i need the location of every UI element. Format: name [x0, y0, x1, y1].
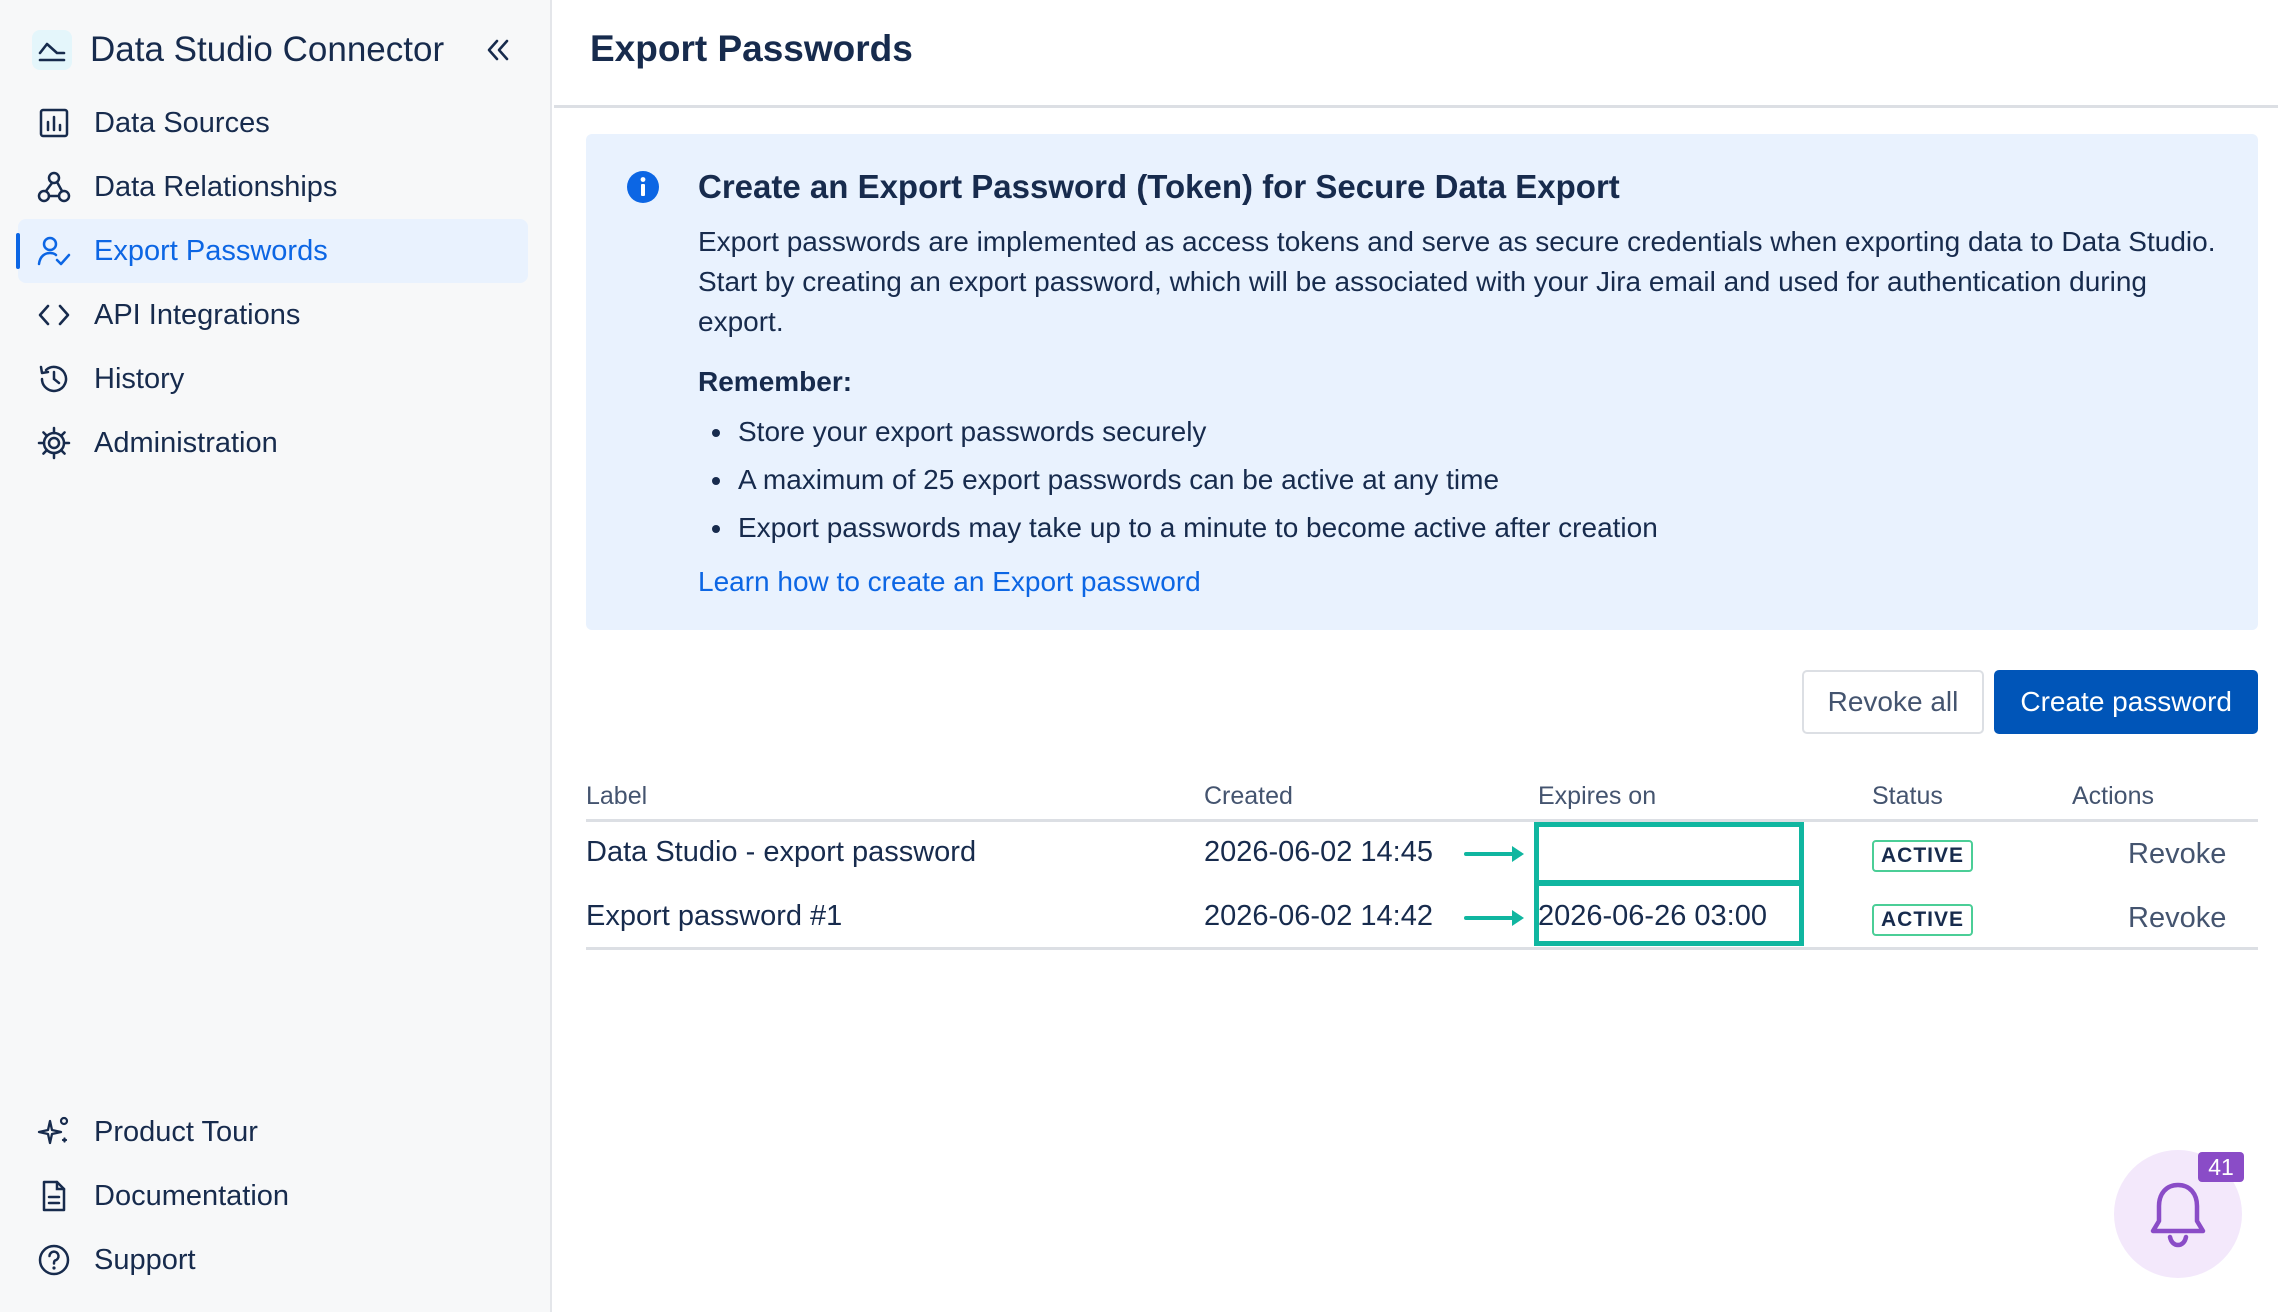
passwords-table: Label Created Expires on Status Actions …	[586, 776, 2258, 950]
sidebar-item-api-integrations[interactable]: API Integrations	[18, 283, 528, 347]
revoke-all-button[interactable]: Revoke all	[1801, 670, 1985, 734]
table-header: Label Created Expires on Status Actions	[586, 776, 2258, 822]
remember-list: Store your export passwords securely A m…	[698, 408, 2228, 552]
sidebar-item-label: Product Tour	[94, 1115, 258, 1148]
info-icon	[627, 171, 659, 203]
sparkle-icon	[36, 1114, 72, 1150]
column-header-status: Status	[1872, 782, 1943, 810]
table-row: Export password #1 2026-06-02 14:42 2026…	[586, 886, 2258, 950]
bar-chart-icon	[36, 105, 72, 141]
document-icon	[36, 1178, 72, 1214]
history-icon	[36, 361, 72, 397]
list-item: A maximum of 25 export passwords can be …	[698, 456, 2228, 504]
row-label: Export password #1	[586, 900, 843, 932]
page-title: Export Passwords	[590, 28, 913, 69]
info-description: Export passwords are implemented as acce…	[698, 226, 2216, 337]
remember-label: Remember:	[698, 366, 853, 397]
sidebar-item-administration[interactable]: Administration	[18, 411, 528, 475]
info-body: Create an Export Password (Token) for Se…	[698, 166, 2228, 602]
row-label: Data Studio - export password	[586, 836, 977, 868]
sidebar-item-label: Export Passwords	[94, 234, 328, 267]
table-row: Data Studio - export password 2026-06-02…	[586, 822, 2258, 886]
sidebar-item-product-tour[interactable]: Product Tour	[18, 1100, 528, 1164]
arrow-right-icon	[1464, 910, 1524, 926]
code-icon	[36, 297, 72, 333]
info-panel: Create an Export Password (Token) for Se…	[586, 134, 2258, 630]
status-badge: ACTIVE	[1872, 840, 1974, 872]
sidebar-item-support[interactable]: Support	[18, 1228, 528, 1292]
app-logo-icon	[32, 30, 72, 70]
create-password-button[interactable]: Create password	[1994, 670, 2258, 734]
main-content: Export Passwords Create an Export Passwo…	[554, 0, 2278, 1312]
user-check-icon	[36, 233, 72, 269]
app-root: Data Studio Connector Data Sources Data …	[0, 0, 2278, 1312]
revoke-button[interactable]: Revoke	[2128, 902, 2226, 935]
webhook-icon	[36, 169, 72, 205]
double-chevron-left-icon	[487, 39, 509, 61]
page-header: Export Passwords	[554, 0, 2278, 108]
sidebar-item-label: History	[94, 362, 185, 395]
sidebar-item-label: API Integrations	[94, 298, 301, 331]
sidebar-item-documentation[interactable]: Documentation	[18, 1164, 528, 1228]
status-badge: ACTIVE	[1872, 904, 1974, 936]
highlight-box-expires-date	[1534, 880, 1804, 946]
brand: Data Studio Connector	[32, 22, 520, 78]
info-heading: Create an Export Password (Token) for Se…	[698, 168, 1620, 205]
sidebar: Data Studio Connector Data Sources Data …	[0, 0, 552, 1312]
column-header-actions: Actions	[2072, 782, 2154, 810]
column-header-label: Label	[586, 782, 648, 810]
help-icon	[36, 1242, 72, 1278]
column-header-created: Created	[1204, 782, 1293, 810]
sidebar-nav: Data Sources Data Relationships Export P…	[16, 91, 528, 475]
highlight-box-expires-empty	[1534, 822, 1804, 886]
column-header-expires: Expires on	[1538, 782, 1657, 810]
sidebar-item-history[interactable]: History	[18, 347, 528, 411]
sidebar-item-label: Support	[94, 1243, 196, 1276]
row-created: 2026-06-02 14:45	[1204, 836, 1433, 868]
notification-count-badge: 41	[2198, 1152, 2244, 1182]
sidebar-item-label: Administration	[94, 426, 278, 459]
gear-icon	[36, 425, 72, 461]
list-item: Store your export passwords securely	[698, 408, 2228, 456]
sidebar-item-data-sources[interactable]: Data Sources	[18, 91, 528, 155]
learn-more-link[interactable]: Learn how to create an Export password	[698, 562, 1201, 602]
sidebar-bottom-nav: Product Tour Documentation Support	[18, 1100, 528, 1292]
list-item: Export passwords may take up to a minute…	[698, 504, 2228, 552]
row-created: 2026-06-02 14:42	[1204, 900, 1433, 932]
sidebar-item-label: Data Sources	[94, 106, 270, 139]
sidebar-item-data-relationships[interactable]: Data Relationships	[18, 155, 528, 219]
collapse-sidebar-button[interactable]	[476, 28, 520, 72]
sidebar-item-label: Data Relationships	[94, 170, 338, 203]
arrow-right-icon	[1464, 846, 1524, 862]
app-title: Data Studio Connector	[90, 30, 445, 69]
revoke-button[interactable]: Revoke	[2128, 838, 2226, 871]
bell-icon	[2150, 1182, 2206, 1248]
sidebar-item-label: Documentation	[94, 1179, 290, 1212]
table-actions: Revoke all Create password	[1801, 670, 2258, 734]
sidebar-item-export-passwords[interactable]: Export Passwords	[16, 219, 528, 283]
